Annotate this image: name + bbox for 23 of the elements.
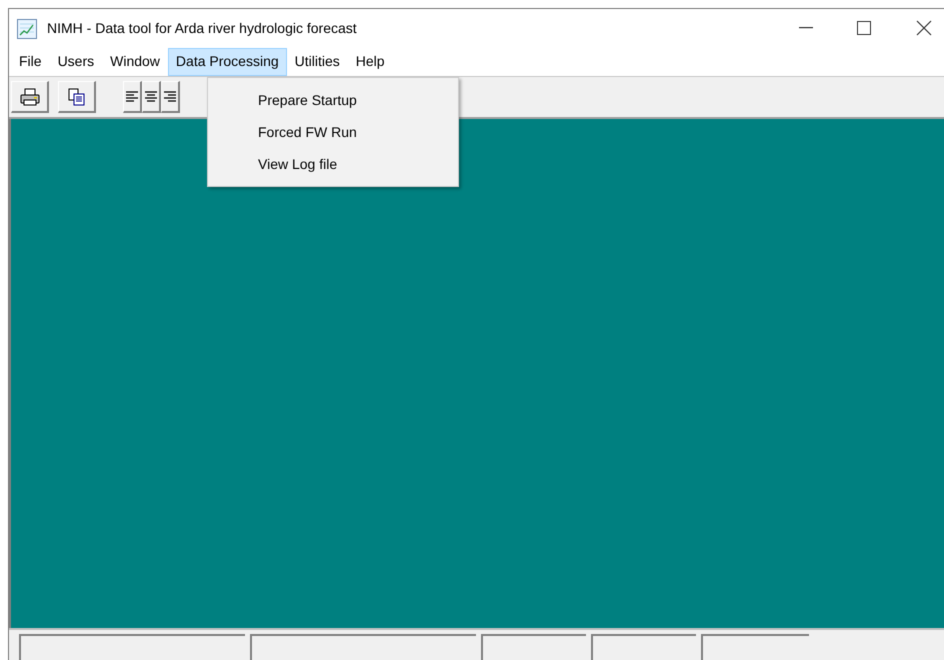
- minimize-icon[interactable]: [799, 27, 813, 29]
- menu-item[interactable]: Help: [348, 48, 393, 76]
- menu-item[interactable]: Users: [50, 48, 102, 76]
- menu-item[interactable]: Utilities: [286, 48, 348, 76]
- align-center-icon: [144, 90, 158, 104]
- menu-item[interactable]: Data Processing: [168, 48, 287, 76]
- copy-icon: [68, 88, 86, 106]
- align-center-button[interactable]: [142, 81, 161, 113]
- print-button[interactable]: [11, 81, 49, 113]
- align-left-icon: [125, 90, 139, 104]
- align-right-icon: [163, 90, 177, 104]
- menu-item[interactable]: Window: [102, 48, 168, 76]
- align-right-button[interactable]: [161, 81, 180, 113]
- menu-item[interactable]: File: [11, 48, 50, 76]
- maximize-icon[interactable]: [857, 21, 871, 35]
- menu-option[interactable]: View Log file: [208, 148, 458, 180]
- align-left-button[interactable]: [123, 81, 142, 113]
- menu-option[interactable]: Forced FW Run: [208, 116, 458, 148]
- app-chart-icon: [17, 19, 37, 39]
- copy-button[interactable]: [58, 81, 96, 113]
- window-title: NIMH - Data tool for Arda river hydrologic forecast: [47, 18, 357, 38]
- close-icon[interactable]: [916, 20, 932, 36]
- printer-icon: [20, 88, 40, 106]
